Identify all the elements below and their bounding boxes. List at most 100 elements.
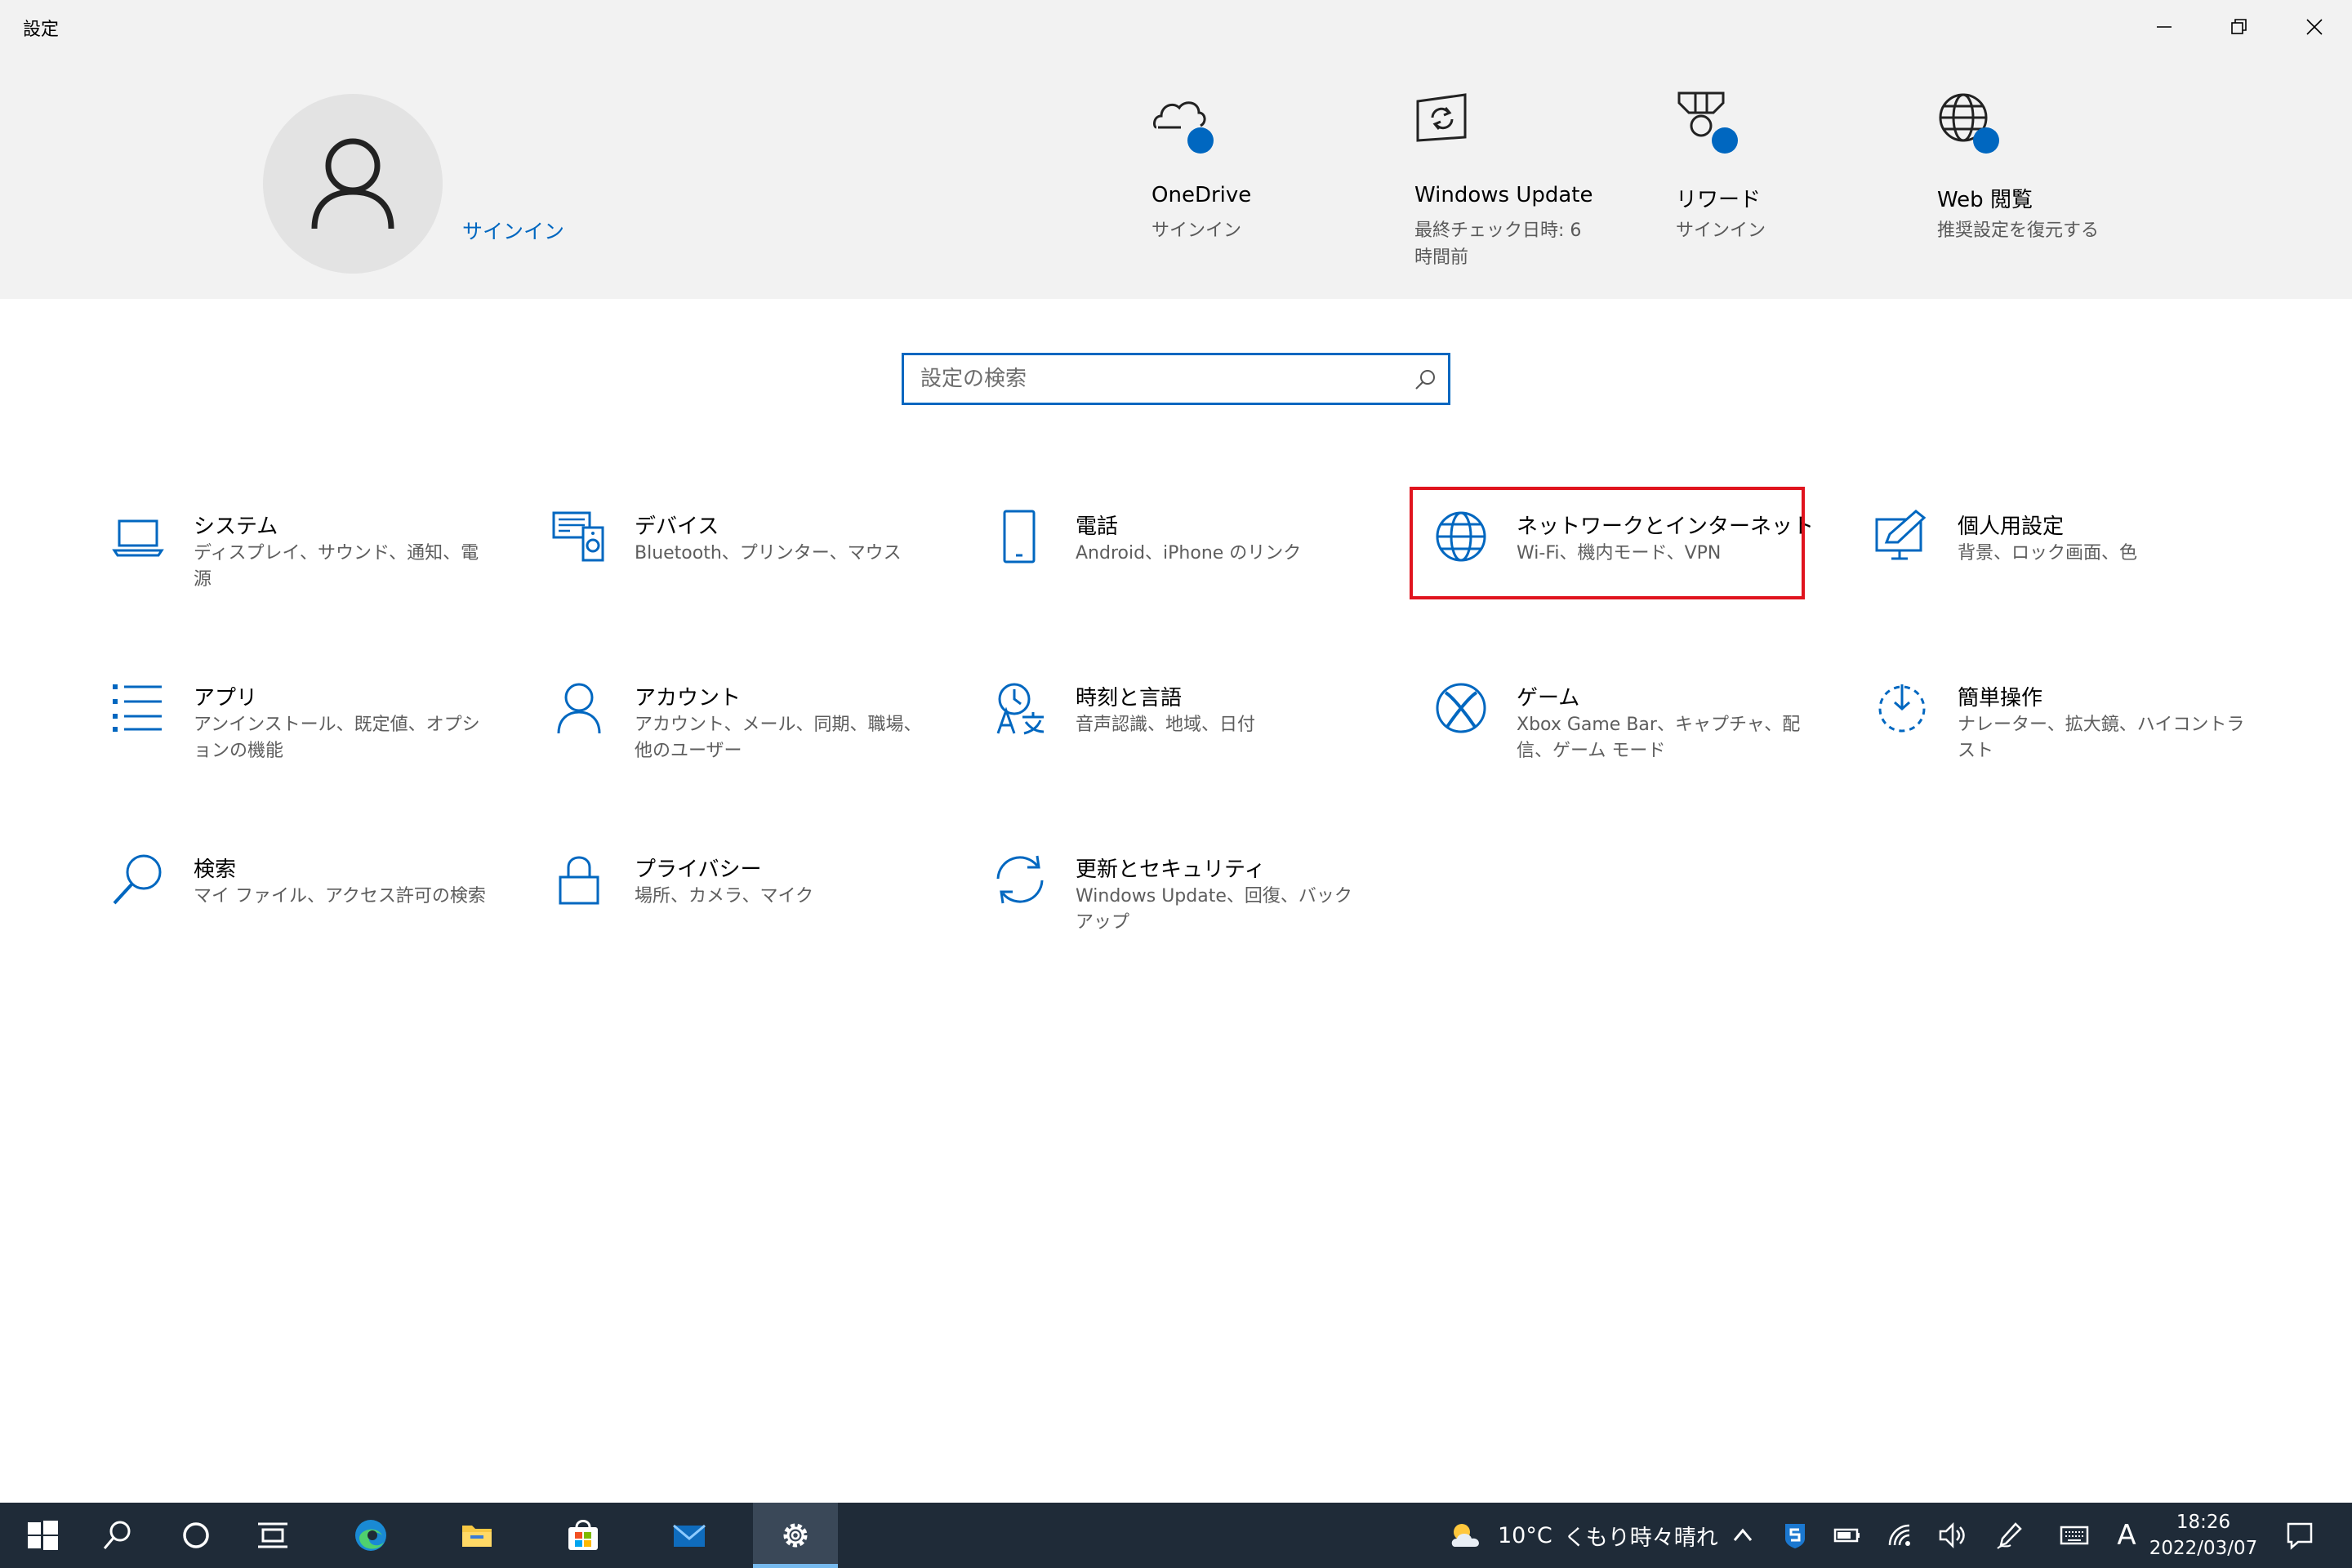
network-tray-button[interactable] xyxy=(1875,1503,1924,1568)
taskbar-search-button[interactable] xyxy=(75,1503,160,1568)
weather-condition: くもり時々晴れ xyxy=(1563,1525,1718,1551)
clock-time: 18:26 xyxy=(2176,1512,2231,1533)
close-icon xyxy=(2306,19,2323,35)
tile-update-security[interactable]: 更新とセキュリティ Windows Update、回復、バックアップ xyxy=(993,853,1401,975)
speaker-icon xyxy=(1939,1521,1965,1549)
mail-button[interactable] xyxy=(647,1503,732,1568)
tile-subtitle: 場所、カメラ、マイク xyxy=(635,886,814,906)
action-center-button[interactable] xyxy=(2275,1503,2324,1568)
chevron-up-icon xyxy=(1733,1528,1753,1541)
tile-personalization[interactable]: 個人用設定 背景、ロック画面、色 xyxy=(1875,510,2283,632)
settings-taskbar-button[interactable] xyxy=(753,1503,838,1568)
header-item-subtitle: 最終チェック日時: 6 時間前 xyxy=(1414,220,1582,268)
restore-button[interactable] xyxy=(2202,0,2277,54)
tile-time-language[interactable]: 時刻と言語 音声認識、地域、日付 xyxy=(993,681,1401,804)
tile-subtitle: Android、iPhone のリンク xyxy=(1076,543,1302,564)
edge-button[interactable] xyxy=(328,1503,413,1568)
window-title: 設定 xyxy=(23,20,60,40)
search-icon xyxy=(103,1521,131,1549)
tile-phone[interactable]: 電話 Android、iPhone のリンク xyxy=(993,510,1401,632)
tile-title: 電話 xyxy=(1076,514,1119,539)
gear-icon xyxy=(783,1523,808,1548)
tile-title: 更新とセキュリティ xyxy=(1076,858,1266,882)
touch-keyboard-button[interactable] xyxy=(2050,1503,2099,1568)
trophy-icon xyxy=(1677,91,1738,154)
cortana-button[interactable] xyxy=(154,1503,238,1568)
header-item-title: リワード xyxy=(1676,188,1762,212)
battery-tray-button[interactable] xyxy=(1823,1503,1872,1568)
tile-title: システム xyxy=(194,514,278,539)
tile-privacy[interactable]: プライバシー 場所、カメラ、マイク xyxy=(552,853,960,975)
minimize-icon xyxy=(2157,26,2172,28)
tile-subtitle: Windows Update、回復、バックアップ xyxy=(1076,886,1352,933)
store-bag-icon xyxy=(568,1520,598,1550)
xbox-icon xyxy=(1436,683,1486,733)
show-hidden-icons-button[interactable] xyxy=(1718,1503,1767,1568)
tile-title: ゲーム xyxy=(1517,686,1580,710)
ime-indicator[interactable]: A xyxy=(2102,1503,2151,1568)
windows-logo-icon xyxy=(28,1521,58,1550)
tile-system[interactable]: システム ディスプレイ、サウンド、通知、電源 xyxy=(111,510,519,632)
search-icon xyxy=(113,854,162,905)
tile-subtitle: ナレーター、拡大鏡、ハイコントラスト xyxy=(1958,715,2245,761)
settings-search-box[interactable] xyxy=(902,353,1450,405)
user-icon xyxy=(311,138,394,229)
search-icon[interactable] xyxy=(1414,368,1437,391)
close-button[interactable] xyxy=(2277,0,2352,54)
lock-icon xyxy=(559,856,599,905)
signin-link[interactable]: サインイン xyxy=(462,216,564,245)
time-language-icon xyxy=(996,683,1045,735)
tile-devices[interactable]: デバイス Bluetooth、プリンター、マウス xyxy=(552,510,960,632)
header-item-subtitle: 推奨設定を復元する xyxy=(1937,220,2100,241)
minimize-button[interactable] xyxy=(2127,0,2202,54)
onedrive-cloud-icon xyxy=(1153,101,1214,154)
partly-sunny-icon xyxy=(1451,1524,1479,1547)
pen-tray-button[interactable] xyxy=(1984,1503,2034,1568)
header-item-title: Web 閲覧 xyxy=(1937,188,2033,212)
tile-subtitle: Bluetooth、プリンター、マウス xyxy=(635,543,902,564)
task-view-icon xyxy=(258,1522,287,1548)
edge-icon xyxy=(355,1520,386,1551)
tile-title: 個人用設定 xyxy=(1958,514,2065,539)
wifi-icon xyxy=(1888,1524,1910,1546)
task-view-button[interactable] xyxy=(230,1503,315,1568)
security-app-icon xyxy=(1785,1524,1805,1548)
tile-accounts[interactable]: アカウント アカウント、メール、同期、職場、他のユーザー xyxy=(552,681,960,804)
tile-search[interactable]: 検索 マイ ファイル、アクセス許可の検索 xyxy=(111,853,519,975)
ease-of-access-icon xyxy=(1878,684,1926,733)
tile-gaming[interactable]: ゲーム Xbox Game Bar、キャプチャ、配信、ゲーム モード xyxy=(1434,681,1842,804)
start-button[interactable] xyxy=(0,1503,85,1568)
store-button[interactable] xyxy=(541,1503,626,1568)
file-explorer-button[interactable] xyxy=(434,1503,519,1568)
windows-update-icon xyxy=(1416,93,1467,142)
tile-subtitle: 背景、ロック画面、色 xyxy=(1958,543,2138,564)
notification-icon xyxy=(2287,1522,2313,1550)
avatar[interactable] xyxy=(263,94,443,274)
tile-ease-of-access[interactable]: 簡単操作 ナレーター、拡大鏡、ハイコントラスト xyxy=(1875,681,2283,804)
tile-title: アプリ xyxy=(194,686,258,710)
security-tray-button[interactable] xyxy=(1771,1503,1820,1568)
apps-list-icon xyxy=(113,684,162,732)
folder-icon xyxy=(462,1526,492,1547)
tile-subtitle: アンインストール、既定値、オプションの機能 xyxy=(194,715,480,761)
tile-title: 時刻と言語 xyxy=(1076,686,1183,710)
search-input[interactable] xyxy=(920,355,1402,403)
tile-title: デバイス xyxy=(635,514,719,539)
header-item-title: OneDrive xyxy=(1152,183,1252,207)
volume-tray-button[interactable] xyxy=(1927,1503,1976,1568)
person-icon xyxy=(557,683,601,734)
clock[interactable]: 18:26 2022/03/07 xyxy=(2146,1509,2261,1561)
mail-icon xyxy=(673,1524,706,1547)
web-globe-icon xyxy=(1939,93,1999,154)
tile-subtitle: アカウント、メール、同期、職場、他のユーザー xyxy=(635,715,922,761)
phone-icon xyxy=(1003,510,1036,564)
cortana-circle-icon xyxy=(183,1522,209,1548)
header-item-subtitle: サインイン xyxy=(1676,220,1766,241)
weather-widget[interactable]: 10°C くもり時々晴れ xyxy=(1447,1503,1718,1568)
tile-apps[interactable]: アプリ アンインストール、既定値、オプションの機能 xyxy=(111,681,519,804)
battery-icon xyxy=(1833,1528,1860,1543)
tile-title: アカウント xyxy=(635,686,742,710)
laptop-icon xyxy=(112,519,164,557)
header-item-title: Windows Update xyxy=(1414,183,1593,207)
tile-subtitle: Xbox Game Bar、キャプチャ、配信、ゲーム モード xyxy=(1517,715,1801,761)
